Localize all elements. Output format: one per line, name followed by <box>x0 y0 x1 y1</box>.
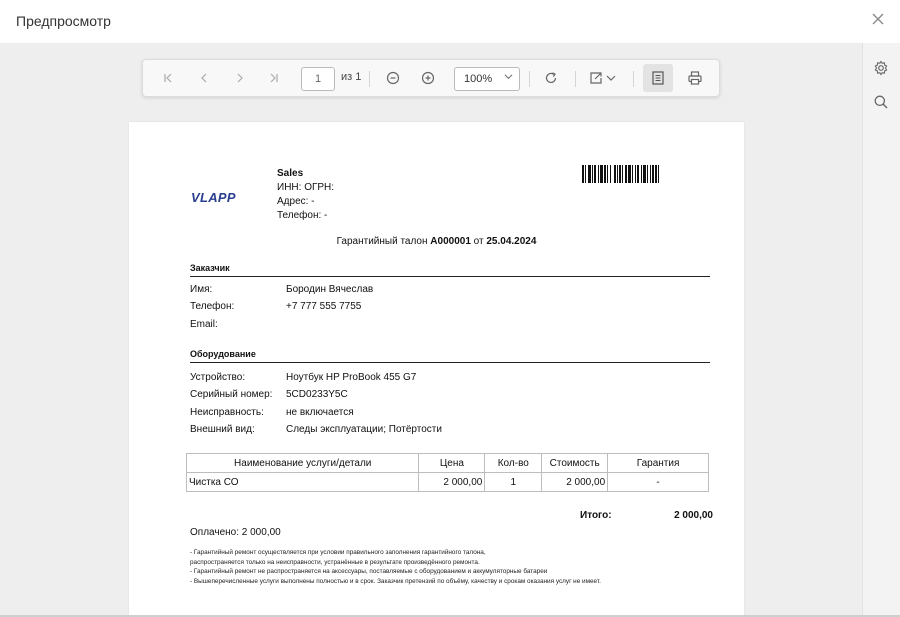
report-viewer: 1 из 1 100% VLAPP Sales ИНН: ОГРН: Адрес… <box>0 43 862 617</box>
zoom-select[interactable]: 100% <box>454 67 520 91</box>
field-value: Следы эксплуатации; Потёртости <box>286 424 442 435</box>
last-page-icon[interactable] <box>261 60 287 96</box>
table-cell: 1 <box>484 472 543 492</box>
next-page-icon[interactable] <box>227 60 253 96</box>
dialog-header: Предпросмотр <box>0 0 900 43</box>
field-label: Имя: <box>190 284 213 295</box>
field-label: Внешний вид: <box>190 424 255 435</box>
field-label: Email: <box>190 319 218 330</box>
toolbar-separator <box>369 71 370 87</box>
total-label: Итого: <box>580 510 612 521</box>
company-logo: VLAPP <box>191 190 236 205</box>
search-icon[interactable] <box>873 94 891 112</box>
company-inn-ogrn: ИНН: ОГРН: <box>277 182 335 193</box>
column-header: Кол-во <box>484 453 543 473</box>
chevron-down-icon <box>504 68 513 90</box>
title-date: 25.04.2024 <box>486 236 537 247</box>
zoom-in-icon[interactable] <box>416 60 440 96</box>
section-divider <box>190 276 710 277</box>
company-address: Адрес: - <box>277 196 315 207</box>
field-value: Ноутбук HP ProBook 455 G7 <box>286 372 417 383</box>
table-cell: Чистка СО <box>185 472 420 492</box>
report-page: VLAPP Sales ИНН: ОГРН: Адрес: - Телефон:… <box>129 122 744 617</box>
refresh-icon[interactable] <box>539 60 563 96</box>
total-value: 2 000,00 <box>674 510 713 521</box>
document-title: Гарантийный талон А000001 от 25.04.2024 <box>129 236 744 247</box>
zoom-value: 100% <box>464 73 493 85</box>
company-info: Sales ИНН: ОГРН: Адрес: - Телефон: - <box>277 167 334 223</box>
title-number: А000001 <box>430 236 471 247</box>
table-cell: 2 000,00 <box>541 472 609 492</box>
prev-page-icon[interactable] <box>191 60 217 96</box>
paid-amount: Оплачено: 2 000,00 <box>190 527 281 538</box>
warranty-document: VLAPP Sales ИНН: ОГРН: Адрес: - Телефон:… <box>129 122 744 617</box>
table-row: Чистка СО 2 000,00 1 2 000,00 - <box>185 472 709 492</box>
preview-dialog: Предпросмотр 1 из 1 100% VLAPP Sales ИНН… <box>0 0 900 617</box>
field-label: Неисправность: <box>190 407 264 418</box>
field-label: Серийный номер: <box>190 389 273 400</box>
print-icon[interactable] <box>683 60 707 96</box>
field-value: 5CD0233Y5C <box>286 389 348 400</box>
customer-section-header: Заказчик <box>190 263 230 273</box>
section-divider <box>190 362 710 363</box>
page-view-icon[interactable] <box>646 60 670 96</box>
terms-notes: - Гарантийный ремонт осуществляется при … <box>190 548 730 586</box>
field-value: не включается <box>286 407 354 418</box>
gear-icon[interactable] <box>873 60 891 78</box>
toolbar-separator <box>575 71 576 87</box>
right-sidebar <box>862 43 900 617</box>
table-header-row: Наименование услуги/детали Цена Кол-во С… <box>185 453 709 473</box>
close-icon[interactable] <box>870 12 886 28</box>
column-header: Гарантия <box>607 453 709 473</box>
dialog-title: Предпросмотр <box>16 13 111 29</box>
column-header: Стоимость <box>541 453 609 473</box>
field-value: +7 777 555 7755 <box>286 301 362 312</box>
barcode <box>582 165 688 183</box>
note-line: - Вышеперечисленные услуги выполнены пол… <box>190 577 601 585</box>
page-count-label: из 1 <box>341 71 362 83</box>
note-line: - Гарантийный ремонт не распространяется… <box>190 568 548 575</box>
company-phone: Телефон: - <box>277 210 328 221</box>
table-cell: - <box>607 472 709 492</box>
zoom-out-icon[interactable] <box>381 60 405 96</box>
equipment-section-header: Оборудование <box>190 349 256 359</box>
field-value: Бородин Вячеслав <box>286 284 374 295</box>
toolbar-separator <box>633 71 634 87</box>
title-mid: от <box>470 236 487 247</box>
toolbar-separator <box>529 71 530 87</box>
export-icon[interactable] <box>587 60 621 96</box>
services-table: Наименование услуги/детали Цена Кол-во С… <box>185 453 709 492</box>
first-page-icon[interactable] <box>155 60 181 96</box>
column-header: Цена <box>418 453 486 473</box>
field-label: Телефон: <box>190 301 235 312</box>
field-label: Устройство: <box>190 372 246 383</box>
table-cell: 2 000,00 <box>418 472 486 492</box>
title-prefix: Гарантийный талон <box>336 236 431 247</box>
column-header: Наименование услуги/детали <box>185 453 420 473</box>
viewer-toolbar: 1 из 1 100% <box>142 59 720 97</box>
page-number-input[interactable]: 1 <box>301 67 335 91</box>
note-line: - Гарантийный ремонт осуществляется при … <box>190 549 486 556</box>
barcode-bar <box>659 165 662 183</box>
company-name: Sales <box>277 168 304 179</box>
note-line: распространяется только на неисправности… <box>190 558 480 566</box>
